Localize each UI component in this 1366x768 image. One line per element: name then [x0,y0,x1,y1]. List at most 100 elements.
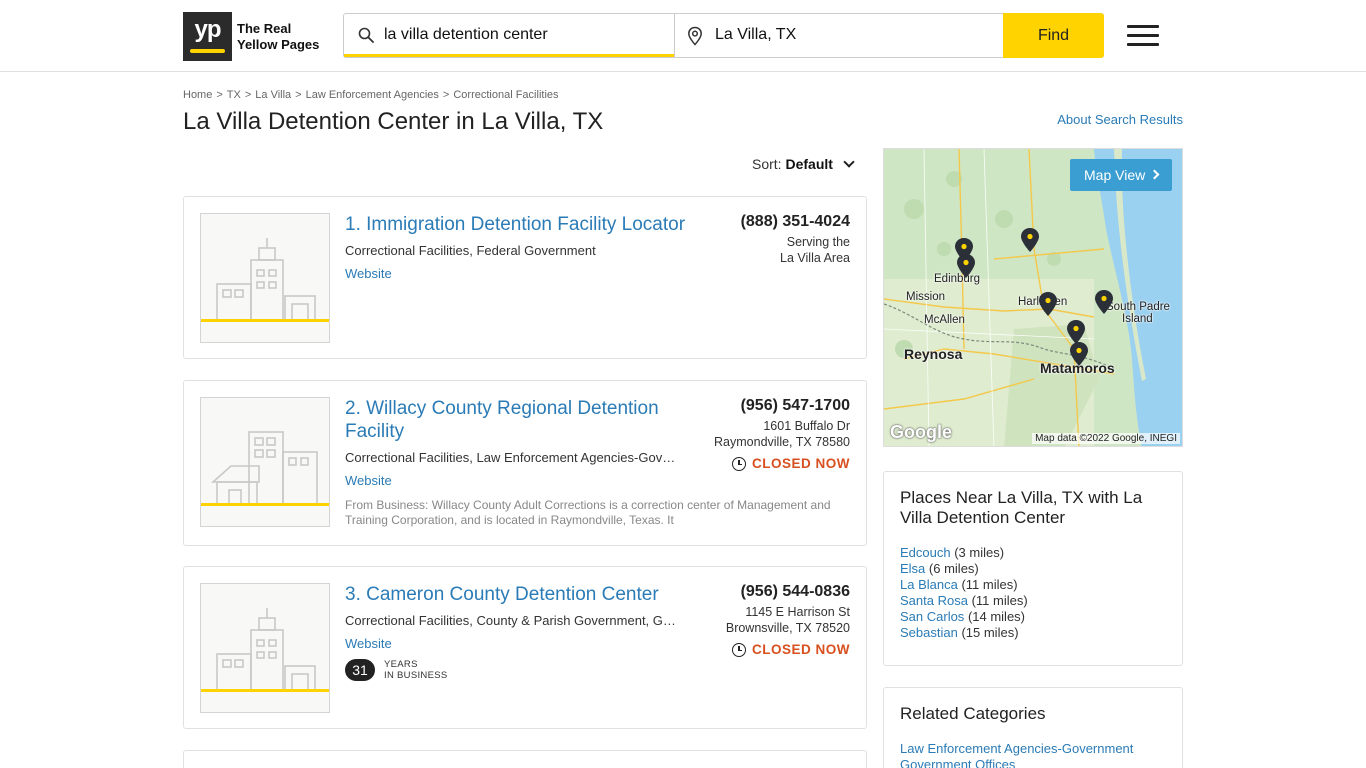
place-distance: (11 miles) [961,577,1018,592]
result-title-link[interactable]: 3. Cameron County Detention Center [345,583,690,606]
result-card [183,750,867,768]
result-categories[interactable]: Correctional Facilities, Law Enforcement… [345,450,690,465]
website-link[interactable]: Website [345,473,392,488]
result-categories[interactable]: Correctional Facilities, Federal Governm… [345,243,690,258]
yp-logo-underline [190,49,225,53]
yp-logo-text: The Real Yellow Pages [237,21,319,53]
search-bar: la villa detention center La Villa, TX F… [343,13,1104,58]
years-label-line-2: IN BUSINESS [384,670,448,681]
places-near-list: Edcouch (3 miles) Elsa (6 miles) La Blan… [900,545,1028,641]
map-pin-icon[interactable] [1094,289,1114,315]
map-pin-icon[interactable] [1038,291,1058,317]
place-distance: (3 miles) [954,545,1005,560]
related-category-link[interactable]: Law Enforcement Agencies-Government [900,741,1133,756]
related-category-link[interactable]: Government Offices [900,757,1015,768]
result-card: 2. Willacy County Regional Detention Fac… [183,380,867,546]
list-item: San Carlos (14 miles) [900,609,1028,625]
phone-number[interactable]: (888) 351-4024 [741,213,850,231]
places-near-title: Places Near La Villa, TX with La Villa D… [900,488,1143,527]
result-categories[interactable]: Correctional Facilities, County & Parish… [345,613,690,628]
status-badge: CLOSED NOW [732,456,850,471]
map-pin-icon[interactable] [956,253,976,279]
place-link[interactable]: Sebastian [900,625,958,640]
result-title-link[interactable]: 1. Immigration Detention Facility Locato… [345,213,690,236]
breadcrumb-la-villa[interactable]: La Villa [255,89,291,101]
location-input[interactable]: La Villa, TX [715,26,796,44]
sort-value: Default [785,156,833,172]
years-in-business: 31 YEARS IN BUSINESS [345,659,447,681]
place-distance: (6 miles) [928,561,979,576]
search-where-field[interactable]: La Villa, TX [674,14,1004,57]
place-link[interactable]: La Blanca [900,577,958,592]
map-attribution: Map data ©2022 Google, INEGI [1032,433,1180,444]
result-card: 3. Cameron County Detention Center Corre… [183,566,867,729]
find-button[interactable]: Find [1003,13,1104,58]
thumbnail-accent-bar [201,319,329,322]
phone-number[interactable]: (956) 544-0836 [741,583,850,601]
logo-line-2: Yellow Pages [237,36,320,52]
search-what-field[interactable]: la villa detention center [344,14,674,57]
years-number: 31 [345,659,375,681]
chevron-down-icon [843,156,855,168]
yp-logo-mark: yp [194,16,221,43]
list-item: Santa Rosa (11 miles) [900,593,1028,609]
map-label-south-padre-2: Island [1122,313,1153,325]
chevron-right-icon [1149,169,1160,180]
place-link[interactable]: Elsa [900,561,925,576]
place-distance: (11 miles) [971,593,1028,608]
related-categories-title: Related Categories [900,704,1046,723]
sort-label: Sort: [752,156,782,172]
breadcrumb-tx[interactable]: TX [227,89,241,101]
address-line-2: Brownsville, TX 78520 [725,621,850,635]
sort-dropdown[interactable]: Sort: Default [752,156,855,172]
google-logo: Google [890,422,952,442]
map-view-label: Map View [1084,167,1146,183]
map-view-button[interactable]: Map View [1070,159,1172,191]
place-link[interactable]: San Carlos [900,609,964,624]
place-link[interactable]: Santa Rosa [900,593,968,608]
website-link[interactable]: Website [345,266,392,281]
list-item: Government Offices [900,757,1133,768]
placeholder-building-image [200,583,330,713]
years-label: YEARS IN BUSINESS [384,659,447,681]
yp-logo-badge: yp [183,12,232,61]
business-snippet: From Business: Willacy County Adult Corr… [345,498,831,527]
address-line-2: Raymondville, TX 78580 [714,435,850,449]
thumbnail-accent-bar [201,503,329,506]
search-icon [358,27,374,43]
breadcrumb-law-enforcement[interactable]: Law Enforcement Agencies [306,89,439,101]
thumbnail-accent-bar [201,689,329,692]
map-pin-icon[interactable] [1020,227,1040,253]
map[interactable]: Edinburg Mission McAllen Harlingen South… [883,148,1183,447]
related-categories-list: Law Enforcement Agencies-Government Gove… [900,741,1133,768]
placeholder-building-image [200,213,330,343]
list-item: La Blanca (11 miles) [900,577,1028,593]
result-title-link[interactable]: 2. Willacy County Regional Detention Fac… [345,397,690,443]
status-text: CLOSED NOW [752,642,850,657]
placeholder-building-image [200,397,330,527]
breadcrumb-home[interactable]: Home [183,89,212,101]
places-near-panel: Places Near La Villa, TX with La Villa D… [883,471,1183,666]
website-link[interactable]: Website [345,636,392,651]
breadcrumb: Home > TX > La Villa > Law Enforcement Agencie… [183,89,559,101]
place-link[interactable]: Edcouch [900,545,951,560]
clock-icon [732,642,746,657]
about-search-results-link[interactable]: About Search Results [1057,112,1183,127]
breadcrumb-correctional-facilities[interactable]: Correctional Facilities [453,89,558,101]
phone-number[interactable]: (956) 547-1700 [741,397,850,415]
map-pin-icon[interactable] [1069,341,1089,367]
list-item: Edcouch (3 miles) [900,545,1028,561]
hamburger-menu-icon[interactable] [1127,25,1159,47]
location-pin-icon [688,26,702,46]
breadcrumb-separator: > [244,89,252,101]
address-line-1: 1145 E Harrison St [745,605,850,619]
yp-logo[interactable]: yp The Real Yellow Pages [183,12,323,61]
list-item: Elsa (6 miles) [900,561,1028,577]
breadcrumb-separator: > [216,89,223,101]
search-query-input[interactable]: la villa detention center [384,26,548,44]
map-label-reynosa: Reynosa [904,346,963,362]
page-title: La Villa Detention Center in La Villa, T… [183,108,604,135]
address-line-1: 1601 Buffalo Dr [763,419,850,433]
map-label-south-padre-1: South Padre [1106,301,1170,313]
map-label-mcallen: McAllen [924,314,965,326]
